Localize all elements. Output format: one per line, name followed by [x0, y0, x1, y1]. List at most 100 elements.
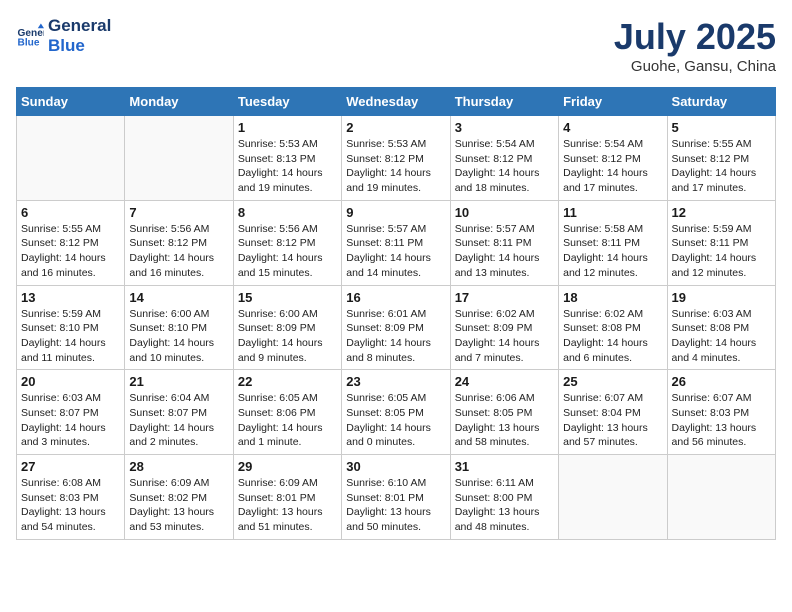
day-cell: 6Sunrise: 5:55 AM Sunset: 8:12 PM Daylig… [17, 200, 125, 285]
day-info: Sunrise: 5:55 AM Sunset: 8:12 PM Dayligh… [672, 137, 771, 196]
day-cell: 25Sunrise: 6:07 AM Sunset: 8:04 PM Dayli… [559, 370, 667, 455]
day-number: 17 [455, 290, 554, 305]
day-number: 11 [563, 205, 662, 220]
day-info: Sunrise: 6:03 AM Sunset: 8:07 PM Dayligh… [21, 391, 120, 450]
day-number: 13 [21, 290, 120, 305]
day-info: Sunrise: 5:54 AM Sunset: 8:12 PM Dayligh… [563, 137, 662, 196]
day-number: 25 [563, 374, 662, 389]
week-row-1: 1 Sunrise: 5:53 AM Sunset: 8:13 PM Daylig… [17, 116, 776, 201]
day-number: 8 [238, 205, 337, 220]
day-info: Sunrise: 6:02 AM Sunset: 8:08 PM Dayligh… [563, 307, 662, 366]
day-cell: 19 Sunrise: 6:03 AM Sunset: 8:08 PM Dayli… [667, 285, 775, 370]
logo: General Blue General Blue [16, 16, 111, 57]
week-row-3: 13 Sunrise: 5:59 AM Sunset: 8:10 PM Dayli… [17, 285, 776, 370]
day-cell: 17 Sunrise: 6:02 AM Sunset: 8:09 PM Dayli… [450, 285, 558, 370]
day-cell: 12 Sunrise: 5:59 AM Sunset: 8:11 PM Dayli… [667, 200, 775, 285]
day-info: Sunrise: 5:57 AM Sunset: 8:11 PM Dayligh… [346, 222, 445, 281]
weekday-header-monday: Monday [125, 88, 233, 116]
day-cell: 8 Sunrise: 5:56 AM Sunset: 8:12 PM Daylig… [233, 200, 341, 285]
day-number: 14 [129, 290, 228, 305]
title-block: July 2025 Guohe, Gansu, China [614, 16, 776, 75]
page-header: General Blue General Blue July 2025 Guoh… [16, 16, 776, 75]
day-info: Sunrise: 6:05 AM Sunset: 8:06 PM Dayligh… [238, 391, 337, 450]
day-number: 5 [672, 120, 771, 135]
month-title: July 2025 [614, 16, 776, 58]
weekday-header-friday: Friday [559, 88, 667, 116]
day-cell: 14 Sunrise: 6:00 AM Sunset: 8:10 PM Dayli… [125, 285, 233, 370]
day-cell: 18 Sunrise: 6:02 AM Sunset: 8:08 PM Dayli… [559, 285, 667, 370]
calendar-table: SundayMondayTuesdayWednesdayThursdayFrid… [16, 87, 776, 540]
day-number: 20 [21, 374, 120, 389]
day-number: 10 [455, 205, 554, 220]
day-cell: 13 Sunrise: 5:59 AM Sunset: 8:10 PM Dayli… [17, 285, 125, 370]
day-info: Sunrise: 6:00 AM Sunset: 8:10 PM Dayligh… [129, 307, 228, 366]
day-cell: 28 Sunrise: 6:09 AM Sunset: 8:02 PM Dayli… [125, 455, 233, 540]
day-number: 26 [672, 374, 771, 389]
week-row-2: 6Sunrise: 5:55 AM Sunset: 8:12 PM Daylig… [17, 200, 776, 285]
day-info: Sunrise: 6:07 AM Sunset: 8:03 PM Dayligh… [672, 391, 771, 450]
week-row-5: 27 Sunrise: 6:08 AM Sunset: 8:03 PM Dayli… [17, 455, 776, 540]
week-row-4: 20 Sunrise: 6:03 AM Sunset: 8:07 PM Dayli… [17, 370, 776, 455]
day-info: Sunrise: 6:00 AM Sunset: 8:09 PM Dayligh… [238, 307, 337, 366]
weekday-header-sunday: Sunday [17, 88, 125, 116]
day-number: 19 [672, 290, 771, 305]
day-cell: 24 Sunrise: 6:06 AM Sunset: 8:05 PM Dayli… [450, 370, 558, 455]
day-info: Sunrise: 6:08 AM Sunset: 8:03 PM Dayligh… [21, 476, 120, 535]
weekday-header-wednesday: Wednesday [342, 88, 450, 116]
day-cell: 10Sunrise: 5:57 AM Sunset: 8:11 PM Dayli… [450, 200, 558, 285]
day-info: Sunrise: 5:59 AM Sunset: 8:11 PM Dayligh… [672, 222, 771, 281]
day-cell: 29Sunrise: 6:09 AM Sunset: 8:01 PM Dayli… [233, 455, 341, 540]
day-info: Sunrise: 6:03 AM Sunset: 8:08 PM Dayligh… [672, 307, 771, 366]
day-info: Sunrise: 5:56 AM Sunset: 8:12 PM Dayligh… [129, 222, 228, 281]
day-number: 4 [563, 120, 662, 135]
day-number: 2 [346, 120, 445, 135]
day-info: Sunrise: 6:04 AM Sunset: 8:07 PM Dayligh… [129, 391, 228, 450]
day-info: Sunrise: 5:54 AM Sunset: 8:12 PM Dayligh… [455, 137, 554, 196]
day-cell: 1 Sunrise: 5:53 AM Sunset: 8:13 PM Daylig… [233, 116, 341, 201]
day-info: Sunrise: 5:53 AM Sunset: 8:13 PM Dayligh… [238, 137, 337, 196]
day-number: 9 [346, 205, 445, 220]
day-cell: 4 Sunrise: 5:54 AM Sunset: 8:12 PM Daylig… [559, 116, 667, 201]
day-number: 21 [129, 374, 228, 389]
day-number: 7 [129, 205, 228, 220]
day-cell [17, 116, 125, 201]
day-number: 1 [238, 120, 337, 135]
location: Guohe, Gansu, China [614, 58, 776, 75]
day-number: 22 [238, 374, 337, 389]
day-cell: 23 Sunrise: 6:05 AM Sunset: 8:05 PM Dayli… [342, 370, 450, 455]
day-info: Sunrise: 5:58 AM Sunset: 8:11 PM Dayligh… [563, 222, 662, 281]
day-cell: 21 Sunrise: 6:04 AM Sunset: 8:07 PM Dayli… [125, 370, 233, 455]
day-info: Sunrise: 5:59 AM Sunset: 8:10 PM Dayligh… [21, 307, 120, 366]
day-cell: 30 Sunrise: 6:10 AM Sunset: 8:01 PM Dayli… [342, 455, 450, 540]
svg-text:Blue: Blue [18, 38, 40, 49]
day-cell: 11 Sunrise: 5:58 AM Sunset: 8:11 PM Dayli… [559, 200, 667, 285]
day-info: Sunrise: 5:53 AM Sunset: 8:12 PM Dayligh… [346, 137, 445, 196]
day-number: 18 [563, 290, 662, 305]
day-info: Sunrise: 6:02 AM Sunset: 8:09 PM Dayligh… [455, 307, 554, 366]
day-cell: 20 Sunrise: 6:03 AM Sunset: 8:07 PM Dayli… [17, 370, 125, 455]
day-cell: 15Sunrise: 6:00 AM Sunset: 8:09 PM Dayli… [233, 285, 341, 370]
day-info: Sunrise: 5:56 AM Sunset: 8:12 PM Dayligh… [238, 222, 337, 281]
day-info: Sunrise: 6:09 AM Sunset: 8:02 PM Dayligh… [129, 476, 228, 535]
day-number: 27 [21, 459, 120, 474]
day-info: Sunrise: 6:05 AM Sunset: 8:05 PM Dayligh… [346, 391, 445, 450]
day-number: 3 [455, 120, 554, 135]
day-cell: 16Sunrise: 6:01 AM Sunset: 8:09 PM Dayli… [342, 285, 450, 370]
day-number: 24 [455, 374, 554, 389]
day-number: 28 [129, 459, 228, 474]
day-cell: 26 Sunrise: 6:07 AM Sunset: 8:03 PM Dayli… [667, 370, 775, 455]
day-cell: 27 Sunrise: 6:08 AM Sunset: 8:03 PM Dayli… [17, 455, 125, 540]
day-info: Sunrise: 6:10 AM Sunset: 8:01 PM Dayligh… [346, 476, 445, 535]
day-number: 16 [346, 290, 445, 305]
day-number: 6 [21, 205, 120, 220]
day-number: 12 [672, 205, 771, 220]
day-number: 23 [346, 374, 445, 389]
logo-icon: General Blue [16, 22, 44, 50]
day-cell: 2 Sunrise: 5:53 AM Sunset: 8:12 PM Daylig… [342, 116, 450, 201]
day-number: 30 [346, 459, 445, 474]
day-info: Sunrise: 6:06 AM Sunset: 8:05 PM Dayligh… [455, 391, 554, 450]
day-cell: 9 Sunrise: 5:57 AM Sunset: 8:11 PM Daylig… [342, 200, 450, 285]
day-cell: 3 Sunrise: 5:54 AM Sunset: 8:12 PM Daylig… [450, 116, 558, 201]
weekday-header-saturday: Saturday [667, 88, 775, 116]
day-info: Sunrise: 6:09 AM Sunset: 8:01 PM Dayligh… [238, 476, 337, 535]
